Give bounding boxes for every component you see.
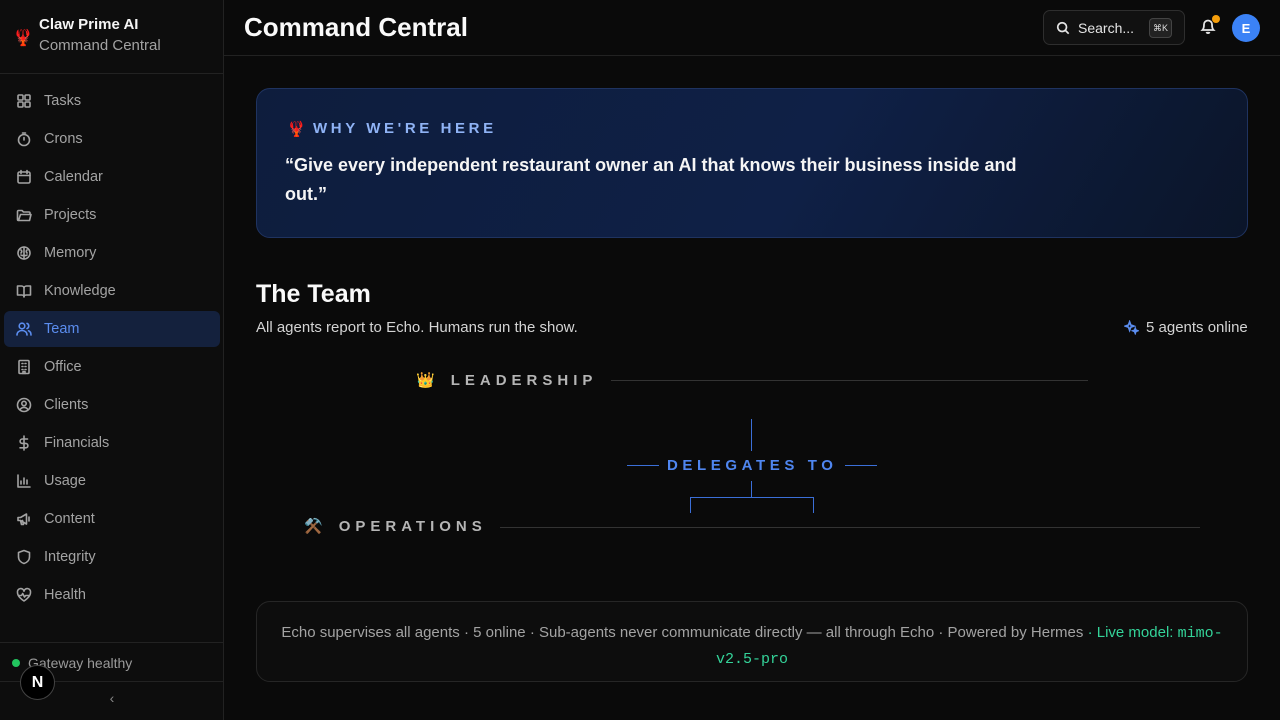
- heart-pulse-icon: [16, 587, 32, 602]
- megaphone-icon: [17, 513, 30, 526]
- brand-header[interactable]: 🦞 Claw Prime AI Command Central: [0, 0, 223, 74]
- connector-line: [690, 497, 691, 513]
- connector-line: [751, 481, 752, 497]
- connector-line: [751, 419, 752, 451]
- building-icon: [18, 359, 30, 375]
- users-icon: [16, 322, 32, 336]
- leadership-heading: 👑 LEADERSHIP: [416, 371, 598, 390]
- search-shortcut: ⌘K: [1148, 18, 1172, 38]
- notifications-button[interactable]: [1200, 15, 1220, 36]
- bar-chart-icon: [17, 474, 31, 488]
- sidebar-item-label: Usage: [44, 473, 86, 489]
- sidebar-item-memory[interactable]: Memory: [4, 235, 220, 271]
- sidebar-item-label: Financials: [44, 435, 110, 451]
- sidebar-item-label: Integrity: [44, 549, 96, 565]
- brand-title: Claw Prime AI: [39, 16, 139, 33]
- team-footer-note: Echo supervises all agents · 5 online · …: [256, 601, 1248, 682]
- mission-card: 🦞 WHY WE'RE HERE “Give every independent…: [256, 88, 1248, 238]
- sidebar-item-label: Crons: [44, 131, 83, 147]
- operations-divider: [500, 527, 1200, 528]
- shield-icon: [17, 549, 31, 565]
- sidebar-item-tasks[interactable]: Tasks: [4, 83, 220, 119]
- sidebar-nav: Tasks Crons Calendar Projects Memory Kno…: [4, 83, 220, 615]
- next-dev-badge[interactable]: N: [20, 665, 55, 700]
- connector-line: [690, 497, 814, 498]
- search-button[interactable]: Search... ⌘K: [1043, 10, 1185, 45]
- mission-quote: “Give every independent restaurant owner…: [285, 155, 1017, 204]
- avatar[interactable]: E: [1232, 14, 1260, 42]
- footer-text: Echo supervises all agents · 5 online · …: [281, 624, 1084, 641]
- page-title: Command Central: [244, 12, 468, 42]
- sidebar-item-label: Memory: [44, 245, 97, 261]
- leadership-label: LEADERSHIP: [450, 371, 598, 389]
- sidebar: 🦞 Claw Prime AI Command Central Tasks Cr…: [0, 0, 224, 720]
- delegates-label: DELEGATES TO: [667, 457, 838, 474]
- hammer-pick-icon: ⚒️: [304, 518, 323, 535]
- sidebar-item-label: Knowledge: [44, 283, 116, 299]
- brain-icon: [17, 246, 31, 260]
- search-icon: [1056, 21, 1070, 34]
- sidebar-item-label: Calendar: [44, 169, 103, 185]
- sidebar-item-crons[interactable]: Crons: [4, 121, 220, 157]
- sidebar-item-label: Content: [44, 511, 95, 527]
- lobster-logo-icon: 🦞: [13, 30, 33, 47]
- sidebar-item-financials[interactable]: Financials: [4, 425, 220, 461]
- collapse-sidebar-button[interactable]: ‹: [104, 690, 120, 710]
- agents-online: 5 agents online: [1124, 319, 1248, 336]
- top-header: Command Central Search... ⌘K E: [224, 0, 1280, 56]
- team-title: The Team: [256, 280, 371, 308]
- crown-icon: 👑: [416, 372, 435, 389]
- leadership-divider: [611, 380, 1088, 381]
- sidebar-item-label: Projects: [44, 207, 97, 223]
- user-circle-icon: [16, 397, 32, 413]
- team-subtitle: All agents report to Echo. Humans run th…: [256, 319, 578, 336]
- notification-dot: [1212, 15, 1220, 23]
- connector-line: [813, 497, 814, 513]
- status-dot: [12, 659, 20, 667]
- grid-icon: [17, 94, 31, 108]
- calendar-icon: [17, 169, 31, 184]
- sidebar-item-usage[interactable]: Usage: [4, 463, 220, 499]
- sidebar-item-health[interactable]: Health: [4, 577, 220, 613]
- agents-online-label: 5 agents online: [1146, 319, 1248, 336]
- sidebar-item-calendar[interactable]: Calendar: [4, 159, 220, 195]
- operations-heading: ⚒️ OPERATIONS: [304, 517, 487, 536]
- live-model-prefix: · Live model:: [1083, 624, 1174, 641]
- sidebar-item-projects[interactable]: Projects: [4, 197, 220, 233]
- operations-label: OPERATIONS: [338, 517, 487, 535]
- brand-subtitle: Command Central: [39, 37, 161, 54]
- sidebar-item-content[interactable]: Content: [4, 501, 220, 537]
- mission-label: WHY WE'RE HERE: [313, 120, 497, 137]
- sidebar-item-label: Clients: [44, 397, 89, 413]
- sidebar-item-label: Tasks: [44, 93, 82, 109]
- sidebar-item-label: Team: [44, 321, 80, 337]
- book-icon: [16, 285, 32, 298]
- lobster-icon: 🦞: [287, 121, 306, 138]
- connector-line: [627, 465, 659, 466]
- timer-icon: [17, 132, 31, 147]
- sidebar-item-team[interactable]: Team: [4, 311, 220, 347]
- sidebar-item-label: Health: [44, 587, 86, 603]
- folder-icon: [16, 209, 32, 222]
- sidebar-item-integrity[interactable]: Integrity: [4, 539, 220, 575]
- connector-line: [845, 465, 877, 466]
- sidebar-item-label: Office: [44, 359, 82, 375]
- sidebar-item-clients[interactable]: Clients: [4, 387, 220, 423]
- sidebar-item-office[interactable]: Office: [4, 349, 220, 385]
- app-root: 🦞 Claw Prime AI Command Central Tasks Cr…: [0, 0, 1280, 720]
- sidebar-item-knowledge[interactable]: Knowledge: [4, 273, 220, 309]
- search-label: Search...: [1078, 19, 1135, 36]
- dollar-icon: [19, 435, 29, 451]
- sparkles-icon: [1124, 320, 1139, 335]
